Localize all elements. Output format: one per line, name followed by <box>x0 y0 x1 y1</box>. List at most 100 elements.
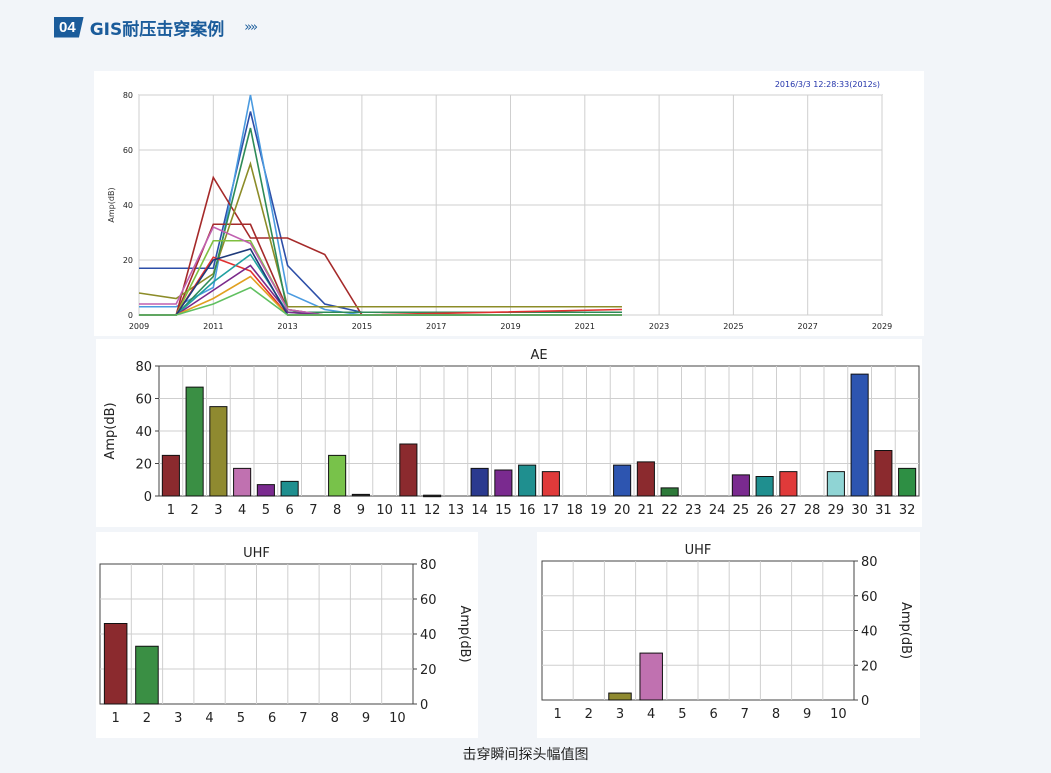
x-tick-label: 29 <box>828 503 845 518</box>
x-tick-label: 12 <box>424 503 441 518</box>
x-tick-label: 4 <box>238 503 246 518</box>
x-tick-label: 3 <box>174 711 182 726</box>
x-tick-label: 10 <box>376 503 393 518</box>
ae-chart-panel: 0 20 40 60 80 1 2 3 4 5 6 7 8 9 10 11 12 13 14 15 16 17 18 19 20… <box>96 339 922 527</box>
x-tick-label: 3 <box>214 503 222 518</box>
y-tick-label: 20 <box>123 256 133 265</box>
x-tick-label: 5 <box>678 707 686 722</box>
bar <box>135 645 159 705</box>
bar <box>280 480 299 497</box>
x-tick-label: 2019 <box>500 322 520 331</box>
x-tick-label: 8 <box>331 711 339 726</box>
y-tick-label: 80 <box>135 360 152 375</box>
bar <box>850 373 869 497</box>
x-tick-label: 7 <box>309 503 317 518</box>
y-axis-label: Amp(dB) <box>103 402 118 459</box>
y-tick-label: 0 <box>144 490 152 505</box>
section-title: GIS耐压击穿案例 <box>89 19 225 40</box>
bar <box>613 464 632 497</box>
x-tick-label: 1 <box>112 711 120 726</box>
trend-chart-panel: 2009 2011 2013 2015 2017 2019 2021 2023 2025 2027… <box>94 71 924 336</box>
x-tick-label: 6 <box>709 707 717 722</box>
x-tick-label: 14 <box>471 503 488 518</box>
bar <box>755 476 774 497</box>
x-tick-label: 28 <box>804 503 821 518</box>
section-header: 04 GIS耐压击穿案例 »» <box>54 14 258 40</box>
x-tick-label: 32 <box>899 503 916 518</box>
x-tick-label: 7 <box>741 707 749 722</box>
ae-chart: 0204060801 2 3 4 5 6 7 8 9 10 11 12 13 14 15 16 17 18 19 20… <box>103 348 920 518</box>
y-tick-label: 60 <box>123 146 133 155</box>
x-tick-label: 18 <box>566 503 583 518</box>
x-tick-label: 5 <box>262 503 270 518</box>
x-tick-label: 15 <box>495 503 512 518</box>
bar <box>423 494 442 498</box>
x-tick-label: 16 <box>519 503 536 518</box>
figure-caption: 击穿瞬间探头幅值图 <box>462 747 589 763</box>
section-number-badge: 04 <box>54 16 84 38</box>
chart-title: AE <box>530 348 547 363</box>
bar <box>494 469 513 497</box>
bar <box>660 487 679 497</box>
bar <box>826 471 845 497</box>
bar <box>898 467 917 497</box>
double-chevron-icon[interactable]: »» <box>244 20 258 35</box>
uhf-chart-1: 0 20 40 60 80 1 2 3 4 5 6 7 8 9 10 UHF Amp(dB) <box>99 546 472 726</box>
x-tick-label: 2009 <box>129 322 149 331</box>
bar <box>608 692 632 701</box>
uhf-chart-2: 0 20 40 60 80 1 2 3 4 5 6 7 8 9 10 UHF Amp(dB) <box>541 543 913 722</box>
x-tick-label: 6 <box>268 711 276 726</box>
x-tick-label: 19 <box>590 503 607 518</box>
x-tick-label: 4 <box>647 707 655 722</box>
bar <box>185 386 204 497</box>
y-axis-label: Amp(dB) <box>457 605 472 662</box>
x-tick-label: 31 <box>875 503 892 518</box>
x-tick-label: 3 <box>616 707 624 722</box>
bar <box>636 461 655 497</box>
bar <box>161 454 180 497</box>
x-tick-label: 21 <box>638 503 655 518</box>
x-tick-label: 9 <box>357 503 365 518</box>
x-tick-label: 17 <box>543 503 560 518</box>
bar <box>639 652 663 701</box>
y-tick-label: 20 <box>861 659 878 674</box>
timestamp-label: 2016/3/3 12:28:33(2012s) <box>775 80 880 89</box>
trend-chart: 2009 2011 2013 2015 2017 2019 2021 2023 2025 2027… <box>107 80 892 331</box>
x-tick-label: 4 <box>205 711 213 726</box>
x-tick-label: 23 <box>685 503 702 518</box>
x-tick-label: 25 <box>733 503 750 518</box>
x-tick-label: 2 <box>190 503 198 518</box>
x-tick-label: 2021 <box>575 322 595 331</box>
x-tick-label: 10 <box>389 711 406 726</box>
y-tick-label: 80 <box>420 558 437 573</box>
y-tick-label: 60 <box>135 393 152 408</box>
uhf-chart-panel-1: 0 20 40 60 80 1 2 3 4 5 6 7 8 9 10 UHF Amp(dB) <box>96 532 478 738</box>
x-tick-label: 2023 <box>649 322 669 331</box>
uhf-chart-panel-2: 0 20 40 60 80 1 2 3 4 5 6 7 8 9 10 UHF Amp(dB) <box>537 532 920 738</box>
x-tick-label: 11 <box>400 503 417 518</box>
x-tick-label: 2 <box>143 711 151 726</box>
y-tick-label: 40 <box>861 625 878 640</box>
y-tick-label: 40 <box>123 201 133 210</box>
bar <box>779 471 798 497</box>
x-tick-label: 6 <box>285 503 293 518</box>
x-tick-label: 2017 <box>426 322 446 331</box>
y-tick-label: 60 <box>420 593 437 608</box>
x-tick-label: 9 <box>362 711 370 726</box>
x-tick-label: 2025 <box>723 322 743 331</box>
x-tick-label: 2 <box>585 707 593 722</box>
x-tick-label: 2015 <box>352 322 372 331</box>
y-tick-label: 80 <box>861 555 878 570</box>
y-axis-label: Amp(dB) <box>107 187 116 222</box>
y-tick-label: 0 <box>420 698 428 713</box>
x-tick-label: 9 <box>803 707 811 722</box>
x-tick-label: 2013 <box>277 322 297 331</box>
y-tick-label: 40 <box>420 628 437 643</box>
x-tick-label: 22 <box>661 503 678 518</box>
bar <box>731 474 750 497</box>
x-tick-label: 20 <box>614 503 631 518</box>
bar <box>328 454 347 497</box>
bar <box>209 406 228 497</box>
x-tick-label: 7 <box>299 711 307 726</box>
bar <box>541 471 560 497</box>
